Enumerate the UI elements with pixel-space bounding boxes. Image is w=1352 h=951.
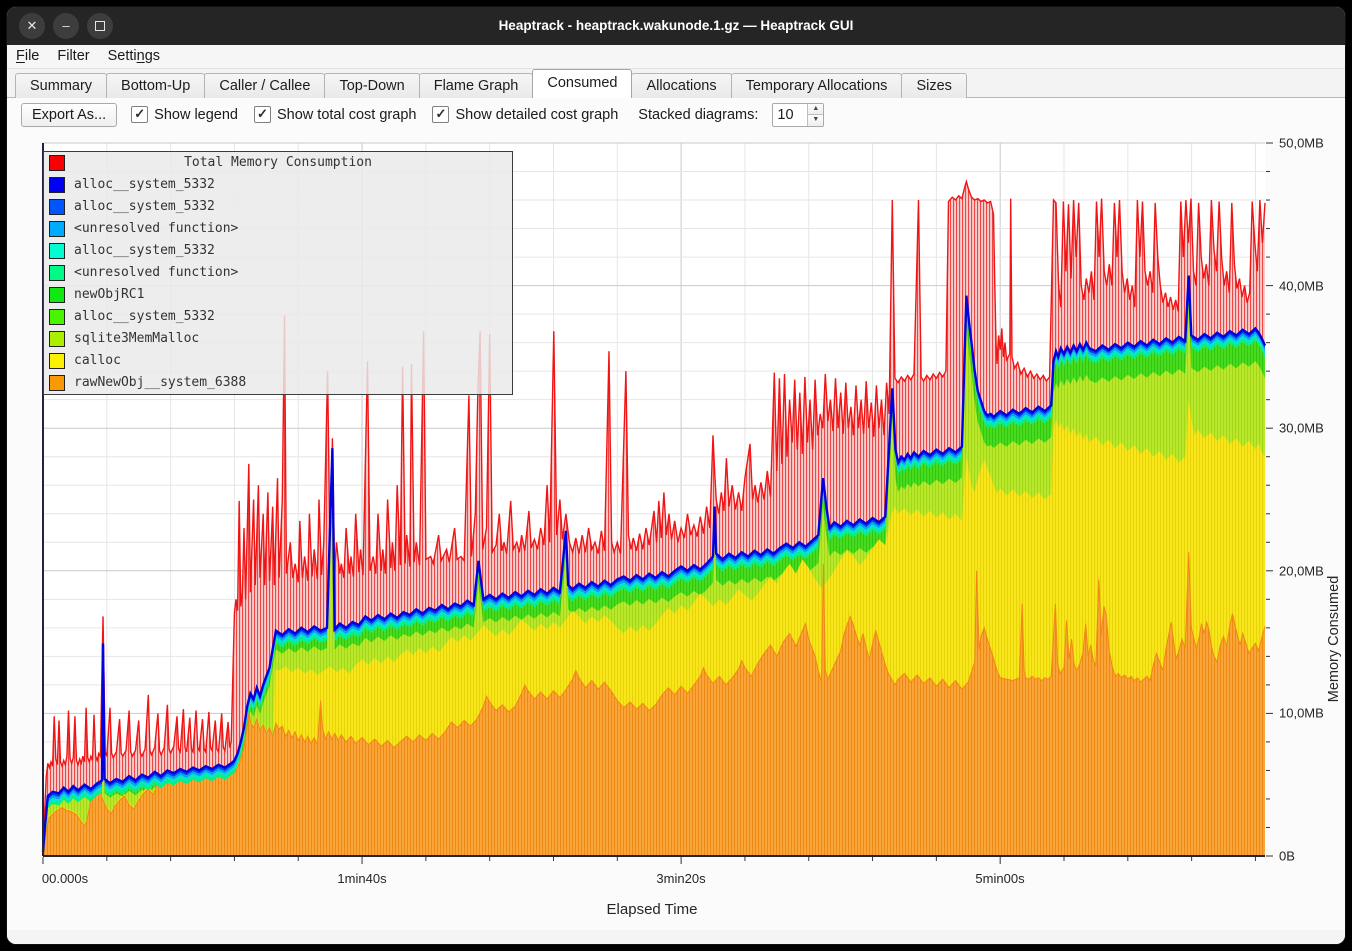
tab-caller-callee[interactable]: Caller / Callee xyxy=(204,73,325,98)
checkbox-label: Show total cost graph xyxy=(277,107,416,123)
legend-item: newObjRC1 xyxy=(44,284,512,306)
checkbox-label: Show detailed cost graph xyxy=(455,107,618,123)
legend-label: alloc__system_5332 xyxy=(74,306,215,328)
export-as-button[interactable]: Export As... xyxy=(21,103,117,127)
legend-swatch xyxy=(49,177,65,193)
legend-item: alloc__system_5332 xyxy=(44,306,512,328)
legend-swatch xyxy=(49,199,65,215)
y-tick-label: 50,0MB xyxy=(1279,136,1324,151)
spinner-up-icon[interactable]: ▲ xyxy=(808,104,823,116)
y-tick-label: 10,0MB xyxy=(1279,706,1324,721)
window-title: Heaptrack - heaptrack.wakunode.1.gz — He… xyxy=(7,7,1345,45)
legend-label: alloc__system_5332 xyxy=(74,196,215,218)
tab-allocations[interactable]: Allocations xyxy=(631,73,731,98)
checkbox-label: Show legend xyxy=(154,107,238,123)
legend-label: sqlite3MemMalloc xyxy=(74,328,199,350)
legend-label: <unresolved function> xyxy=(74,262,238,284)
legend-swatch xyxy=(49,353,65,369)
tab-flame-graph[interactable]: Flame Graph xyxy=(419,73,534,98)
spinner-value[interactable]: 10 xyxy=(773,104,807,126)
legend-item: alloc__system_5332 xyxy=(44,240,512,262)
tab-temporary-allocations[interactable]: Temporary Allocations xyxy=(731,73,903,98)
legend-swatch xyxy=(49,221,65,237)
legend-swatch xyxy=(49,287,65,303)
x-tick-label: 1min40s xyxy=(337,871,386,886)
tab-summary[interactable]: Summary xyxy=(15,73,107,98)
checkbox-show-legend[interactable]: ✓ Show legend xyxy=(131,106,238,123)
y-tick-label: 20,0MB xyxy=(1279,564,1324,579)
tab-sizes[interactable]: Sizes xyxy=(901,73,966,98)
menu-item-file[interactable]: File xyxy=(7,45,48,69)
checkbox-group: ✓ Show legend ✓ Show total cost graph ✓ Show … xyxy=(131,106,618,123)
legend-item: sqlite3MemMalloc xyxy=(44,328,512,350)
x-tick-label: 5min00s xyxy=(975,871,1024,886)
x-tick-label: 3min20s xyxy=(656,871,705,886)
toolbar: Export As... ✓ Show legend ✓ Show total cos… xyxy=(7,98,1345,131)
legend-swatch xyxy=(49,375,65,391)
legend-title-row: Total Memory Consumption xyxy=(44,152,512,174)
menu-item-filter[interactable]: Filter xyxy=(48,45,98,69)
legend-label: newObjRC1 xyxy=(74,284,144,306)
window-bottom-strip xyxy=(7,930,1345,944)
legend-label: <unresolved function> xyxy=(74,218,238,240)
x-axis-title: Elapsed Time xyxy=(607,901,698,918)
spinner-arrows: ▲ ▼ xyxy=(807,104,823,126)
legend-label: Total Memory Consumption xyxy=(44,152,512,174)
tab-consumed[interactable]: Consumed xyxy=(532,69,632,98)
checkbox-show-detailed-cost-graph[interactable]: ✓ Show detailed cost graph xyxy=(432,106,618,123)
legend-item: alloc__system_5332 xyxy=(44,174,512,196)
legend-item: <unresolved function> xyxy=(44,262,512,284)
tab-bottom-up[interactable]: Bottom-Up xyxy=(106,73,205,98)
chart-legend: Total Memory Consumptionalloc__system_53… xyxy=(43,151,513,395)
legend-item: alloc__system_5332 xyxy=(44,196,512,218)
checkbox-box[interactable]: ✓ xyxy=(131,106,148,123)
legend-item: <unresolved function> xyxy=(44,218,512,240)
legend-swatch xyxy=(49,265,65,281)
menu-item-settings[interactable]: Settings xyxy=(99,45,169,69)
legend-swatch xyxy=(49,243,65,259)
y-tick-label: 0B xyxy=(1279,849,1295,864)
tab-top-down[interactable]: Top-Down xyxy=(324,73,419,98)
legend-item: rawNewObj__system_6388 xyxy=(44,372,512,394)
stacked-diagrams-label: Stacked diagrams: xyxy=(638,107,758,123)
legend-swatch xyxy=(49,309,65,325)
legend-label: alloc__system_5332 xyxy=(74,240,215,262)
checkbox-box[interactable]: ✓ xyxy=(432,106,449,123)
legend-swatch xyxy=(49,331,65,347)
y-tick-label: 40,0MB xyxy=(1279,279,1324,294)
checkbox-show-total-cost-graph[interactable]: ✓ Show total cost graph xyxy=(254,106,416,123)
legend-label: alloc__system_5332 xyxy=(74,174,215,196)
x-tick-label: 00.000s xyxy=(42,871,88,886)
checkbox-box[interactable]: ✓ xyxy=(254,106,271,123)
legend-label: rawNewObj__system_6388 xyxy=(74,372,246,394)
spinner-down-icon[interactable]: ▼ xyxy=(808,115,823,126)
stacked-diagrams-spinner[interactable]: 10 ▲ ▼ xyxy=(772,103,824,127)
menu-bar: FileFilterSettings xyxy=(7,45,1345,69)
y-tick-label: 30,0MB xyxy=(1279,421,1324,436)
legend-item: calloc xyxy=(44,350,512,372)
app-window: ✕ – Heaptrack - heaptrack.wakunode.1.gz … xyxy=(6,6,1346,945)
y-axis-title: Memory Consumed xyxy=(1326,576,1342,703)
tab-bar: SummaryBottom-UpCaller / CalleeTop-DownF… xyxy=(7,69,1345,98)
legend-label: calloc xyxy=(74,350,121,372)
memory-consumption-chart[interactable]: 0B 10,0MB 20,0MB 30,0MB 40,0MB 50,0MB 00.000s 1… xyxy=(7,131,1346,932)
title-bar[interactable]: ✕ – Heaptrack - heaptrack.wakunode.1.gz … xyxy=(7,7,1345,45)
